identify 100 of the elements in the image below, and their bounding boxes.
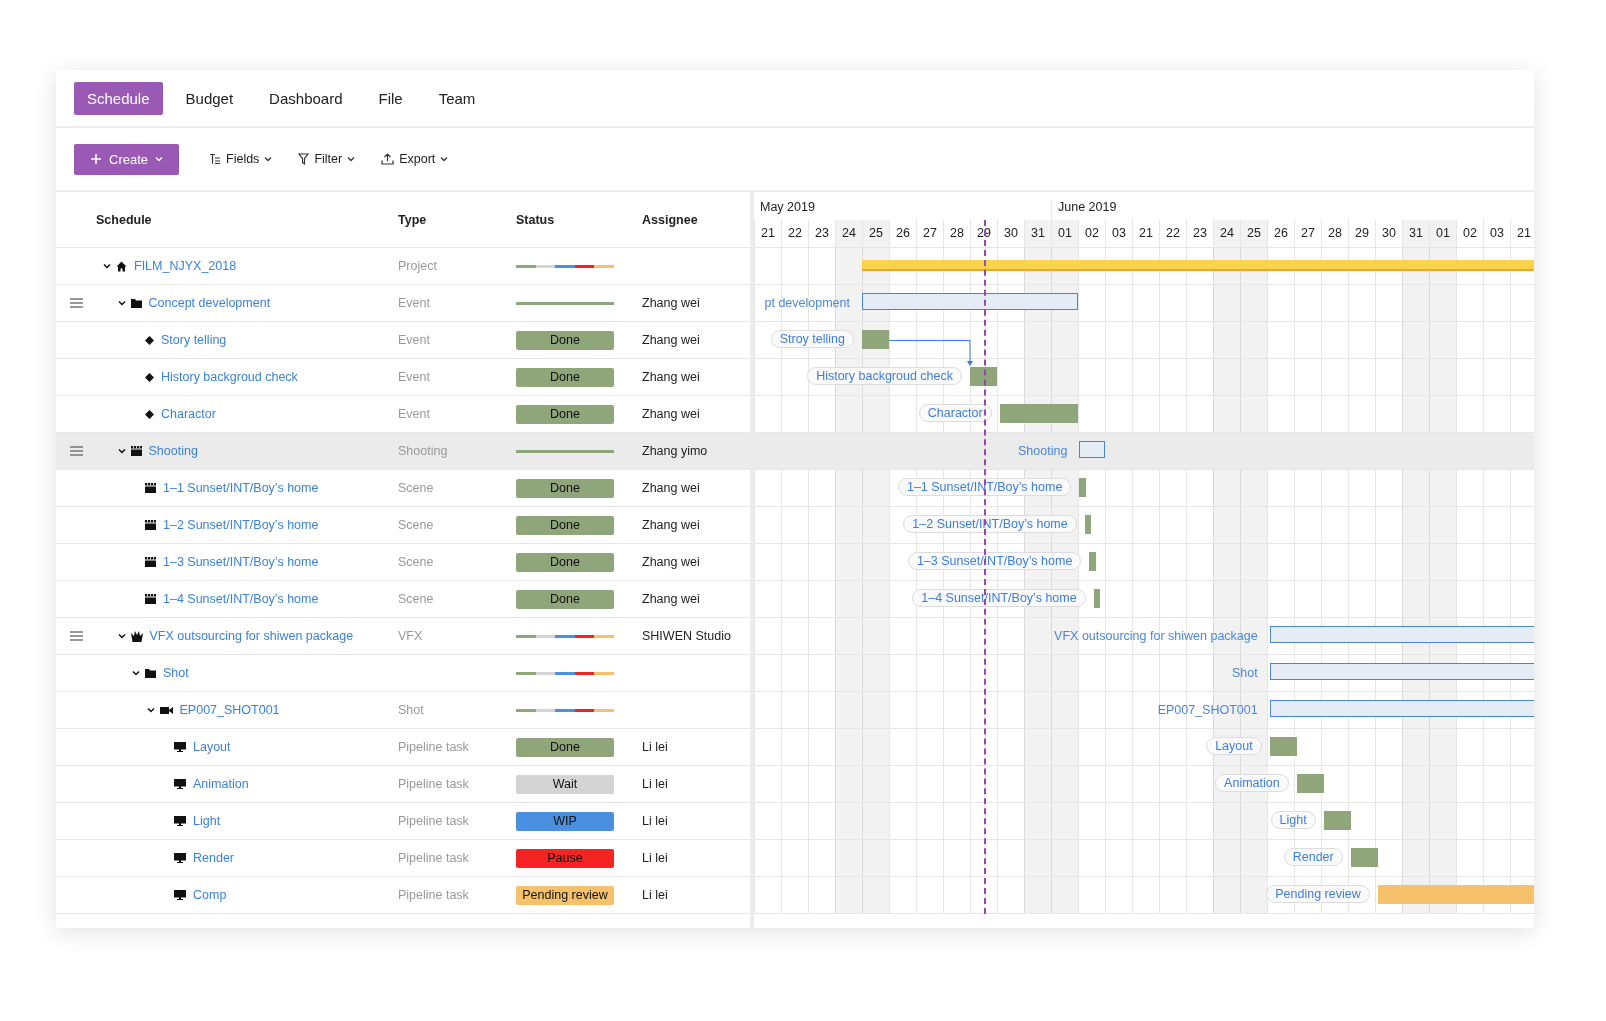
status-badge: Done [516, 589, 614, 609]
chevron-down-icon[interactable] [117, 300, 126, 306]
day-label: 21 [1510, 220, 1534, 247]
table-row[interactable]: Shot [56, 655, 750, 692]
diamond-icon [145, 409, 154, 419]
task-name-link[interactable]: 1–3 Sunset/INT/Boy’s home [163, 555, 319, 569]
drag-handle-icon[interactable] [69, 298, 83, 308]
table-row[interactable]: 1–3 Sunset/INT/Boy’s home Scene Done Zhang wei [56, 544, 750, 581]
day-label: 01 [1051, 220, 1078, 247]
table-row[interactable]: Concept development Event Zhang wei [56, 285, 750, 322]
day-label: 27 [1294, 220, 1321, 247]
table-row[interactable]: 1–2 Sunset/INT/Boy’s home Scene Done Zhang wei [56, 507, 750, 544]
task-bar[interactable] [1084, 515, 1091, 534]
table-row[interactable]: History backgroud check Event Done Zhang wei [56, 359, 750, 396]
table-row[interactable]: 1–1 Sunset/INT/Boy’s home Scene Done Zhang wei [56, 470, 750, 507]
chevron-down-icon[interactable] [146, 707, 155, 713]
task-bar[interactable] [1350, 848, 1378, 867]
task-name-link[interactable]: EP007_SHOT001 [179, 703, 280, 717]
chevron-down-icon[interactable] [103, 263, 111, 269]
column-header: Type [398, 212, 428, 227]
create-button[interactable]: Create [74, 143, 180, 175]
project-bar[interactable] [862, 260, 1534, 271]
table-row[interactable]: Story telling Event Done Zhang wei [56, 322, 750, 359]
assignee-text: Zhang wei [642, 407, 700, 421]
diamond-icon [145, 335, 154, 345]
type-text: Scene [398, 555, 434, 569]
type-text: Pipeline task [398, 888, 469, 902]
chevron-down-icon[interactable] [117, 448, 126, 454]
folder-icon [145, 668, 156, 678]
bar-label: 1–3 Sunset/INT/Boy’s home [907, 552, 1082, 570]
table-row[interactable]: 1–4 Sunset/INT/Boy’s home Scene Done Zhang wei [56, 581, 750, 618]
task-name-link[interactable]: VFX outsourcing for shiwen package [149, 629, 354, 643]
task-name-link[interactable]: FILM_NJYX_2018 [134, 259, 237, 273]
table-row[interactable]: Comp Pipeline task Pending review Li lei [56, 877, 750, 914]
fields-button[interactable]: Fields [207, 148, 275, 170]
table-row[interactable]: Render Pipeline task Pause Li lei [56, 840, 750, 877]
task-name-link[interactable]: Story telling [161, 333, 227, 347]
export-button[interactable]: Export [379, 148, 451, 170]
type-text: Shooting [398, 444, 448, 458]
tab[interactable]: Budget [172, 81, 247, 115]
task-name-link[interactable]: 1–1 Sunset/INT/Boy’s home [163, 481, 319, 495]
column-header: Schedule [96, 212, 153, 227]
task-bar[interactable] [1323, 811, 1351, 830]
task-name-link[interactable]: Animation [193, 777, 249, 791]
summary-bar[interactable] [1269, 626, 1534, 643]
table-row[interactable]: Animation Pipeline task Wait Li lei [56, 766, 750, 803]
tab[interactable]: Team [425, 81, 489, 115]
assignee-text: Li lei [642, 851, 668, 865]
task-bar[interactable] [1079, 478, 1087, 497]
type-text: Pipeline task [398, 851, 469, 865]
bar-label: Stroy telling [770, 330, 854, 348]
summary-bar[interactable] [1269, 700, 1534, 717]
bar-label: Animation [1215, 774, 1289, 792]
table-row[interactable]: Shooting Shooting Zhang yimo [56, 433, 750, 470]
task-bar[interactable] [1296, 774, 1324, 793]
caret-icon [347, 156, 356, 162]
table-row[interactable]: EP007_SHOT001 Shot [56, 692, 750, 729]
type-text: Event [398, 370, 430, 384]
tab[interactable]: Schedule [74, 81, 163, 115]
monitor-icon [174, 816, 186, 826]
type-text: Event [398, 333, 430, 347]
day-label: 03 [1105, 220, 1132, 247]
table-row[interactable]: FILM_NJYX_2018 Project [56, 248, 750, 285]
task-bar[interactable] [1269, 737, 1297, 756]
tab[interactable]: File [365, 81, 416, 115]
summary-bar[interactable] [1269, 663, 1534, 680]
task-name-link[interactable]: 1–4 Sunset/INT/Boy’s home [163, 592, 319, 606]
type-text: Event [398, 296, 430, 310]
summary-bar[interactable] [862, 293, 1078, 310]
table-row[interactable]: Layout Pipeline task Done Li lei [56, 729, 750, 766]
bar-label: 1–2 Sunset/INT/Boy’s home [903, 515, 1077, 533]
task-name-link[interactable]: History backgroud check [161, 370, 298, 384]
chevron-down-icon[interactable] [132, 670, 140, 676]
task-name-link[interactable]: Layout [193, 740, 231, 754]
filter-button[interactable]: Filter [296, 148, 358, 170]
task-name-link[interactable]: Charactor [161, 407, 216, 421]
column-header: Status [516, 212, 556, 227]
drag-handle-icon[interactable] [69, 446, 83, 456]
chevron-down-icon[interactable] [117, 633, 126, 639]
task-name-link[interactable]: Shot [163, 666, 189, 680]
task-name-link[interactable]: 1–2 Sunset/INT/Boy’s home [163, 518, 319, 532]
clapperboard-icon [130, 446, 142, 456]
day-label: 27 [916, 220, 943, 247]
summary-bar[interactable] [1079, 441, 1105, 458]
tab[interactable]: Dashboard [256, 81, 356, 115]
task-name-link[interactable]: Shooting [148, 444, 198, 458]
task-name-link[interactable]: Comp [193, 888, 227, 902]
drag-handle-icon[interactable] [69, 631, 83, 641]
bar-label: Shooting [1018, 444, 1068, 458]
table-row[interactable]: VFX outsourcing for shiwen package VFX SHIWEN Studio [56, 618, 750, 655]
task-bar[interactable] [1093, 589, 1100, 608]
bar-label: Charactor [918, 404, 992, 422]
assignee-text: Li lei [642, 740, 668, 754]
task-name-link[interactable]: Concept development [148, 296, 271, 310]
table-row[interactable]: Light Pipeline task WIP Li lei [56, 803, 750, 840]
day-label: 26 [1267, 220, 1294, 247]
task-bar[interactable] [970, 367, 997, 386]
task-name-link[interactable]: Render [193, 851, 234, 865]
task-name-link[interactable]: Light [193, 814, 221, 828]
assignee-text: Zhang wei [642, 296, 700, 310]
